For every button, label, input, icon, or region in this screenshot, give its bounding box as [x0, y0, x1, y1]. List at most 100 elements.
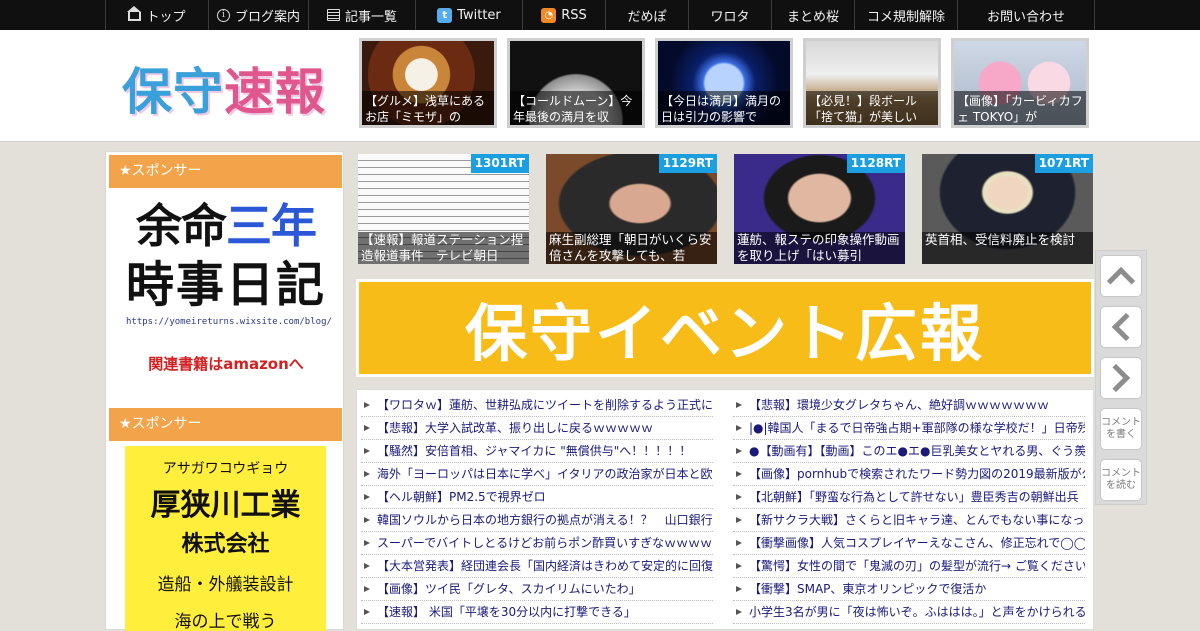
list-icon	[326, 9, 340, 21]
ranking-item[interactable]: 1129RT 麻生副総理「朝日がいくら安倍さんを攻撃しても、若	[546, 154, 717, 264]
feature-caption: 【グルメ】浅草にあるお店「ミモザ」の	[362, 91, 494, 125]
main-content: 1301RT 【速報】報道ステーション捏造報道事件 テレビ朝日 1129RT 麻…	[352, 151, 1096, 630]
feature-thumbnail[interactable]: 【必見！】段ボール「捨て猫」が美しい	[803, 38, 941, 128]
ad-company-name: 厚狭川工業	[150, 488, 301, 523]
ad-text: 三年	[226, 199, 317, 253]
nav-label: まとめ桜	[786, 9, 839, 25]
article-link[interactable]: 【悲報】環境少女グレタちゃん、絶好調ｗｗｗｗｗｗｗ	[733, 394, 1085, 417]
ranking-caption: 英首相、受信料廃止を検討	[922, 232, 1093, 264]
read-comment-button[interactable]: コメントを読む	[1100, 459, 1142, 501]
write-comment-button[interactable]: コメントを書く	[1100, 408, 1142, 450]
ranking-item[interactable]: 1071RT 英首相、受信料廃止を検討	[922, 154, 1093, 264]
site-header: 保守速報 【グルメ】浅草にあるお店「ミモザ」の 【コールドムーン】今年最後の満月…	[0, 30, 1200, 142]
article-link[interactable]: 【悲報】大学入試改革、振り出しに戻るｗｗｗｗｗ	[361, 417, 713, 440]
nav-label: 記事一覧	[344, 9, 397, 25]
article-link[interactable]: 【速報】 米国「平壌を30分以内に打撃できる」	[361, 601, 713, 624]
article-link[interactable]: ●【動画有】【動画】このエ●エ●巨乳美女とヤれる男、ぐう羨	[733, 440, 1085, 463]
nav-list: トップ i ブログ案内 記事一覧 t Twitter ◔ RSS だめぽ ワロタ…	[105, 0, 1095, 30]
ad-url: https://yomeireturns.wixsite.com/blog/	[126, 317, 332, 327]
nav-item-contact[interactable]: お問い合わせ	[958, 0, 1095, 30]
nav-item-damepo[interactable]: だめぽ	[606, 0, 689, 30]
sponsor-ad-asagawa[interactable]: アサガワコウギョウ 厚狭川工業 株式会社 造船・外艤装設計 海の上で戦う	[125, 446, 326, 631]
article-column-right: 【悲報】環境少女グレタちゃん、絶好調ｗｗｗｗｗｗｗ |●|韓国人「まるで日帝強占…	[733, 394, 1085, 624]
article-link[interactable]: 【新サクラ大戦】さくらと旧キャラ達、とんでもない事になっ	[733, 509, 1085, 532]
nav-label: だめぽ	[627, 9, 667, 25]
info-icon: i	[216, 8, 230, 22]
nav-label: トップ	[146, 9, 186, 25]
rt-count-badge: 1129RT	[658, 154, 717, 173]
sponsor-ad-yomei[interactable]: 余命三年 時事日記 https://yomeireturns.wixsite.c…	[126, 197, 332, 382]
article-link[interactable]: |●|韓国人「まるで日帝強占期+軍部隊の様な学校だ！」日帝残滓	[733, 417, 1085, 440]
ranking-item[interactable]: 1128RT 蓮舫、報ステの印象操作動画を取り上げ「はい募引	[734, 154, 905, 264]
twitter-icon: t	[437, 7, 453, 23]
article-link[interactable]: 【大本営発表】経団連会長「国内経済はきわめて安定的に回復	[361, 555, 713, 578]
nav-label: Twitter	[457, 7, 501, 23]
article-link[interactable]: 【北朝鮮】「野蛮な行為として許せない」豊臣秀吉の朝鮮出兵	[733, 486, 1085, 509]
nav-item-article-list[interactable]: 記事一覧	[309, 0, 416, 30]
sponsor-heading: ★スポンサー	[109, 155, 342, 188]
ad-business: 造船・外艤装設計	[157, 575, 294, 595]
nav-item-comment-unblock[interactable]: コメ規制解除	[855, 0, 958, 30]
article-link[interactable]: 【画像】ツイ民「グレタ、スカイリムにいたわ」	[361, 578, 713, 601]
next-button[interactable]	[1100, 357, 1142, 399]
ranking-caption: 【速報】報道ステーション捏造報道事件 テレビ朝日	[358, 232, 529, 264]
nav-item-twitter[interactable]: t Twitter	[416, 0, 523, 30]
article-link[interactable]: スーパーでバイトしとるけどお前らポン酢買いすぎなｗｗｗｗ	[361, 532, 713, 555]
chevron-left-icon	[1111, 312, 1141, 342]
ad-amazon-link[interactable]: 関連書籍はamazonへ	[126, 353, 326, 374]
feature-thumbnail[interactable]: 【画像】「カービィカフェ TOKYO」が	[951, 38, 1089, 128]
article-link[interactable]: 韓国ソウルから日本の地方銀行の拠点が消える！？ 山口銀行	[361, 509, 713, 532]
article-column-left: 【ワロタｗ】蓮舫、世耕弘成にツイートを削除するよう正式に 【悲報】大学入試改革、…	[361, 394, 713, 624]
ranking-caption: 麻生副総理「朝日がいくら安倍さんを攻撃しても、若	[546, 232, 717, 264]
feature-thumbnail[interactable]: 【グルメ】浅草にあるお店「ミモザ」の	[359, 38, 497, 128]
ranking-item[interactable]: 1301RT 【速報】報道ステーション捏造報道事件 テレビ朝日	[358, 154, 529, 264]
nav-item-blog-guide[interactable]: i ブログ案内	[209, 0, 309, 30]
nav-label: ワロタ	[710, 9, 750, 25]
nav-label: ブログ案内	[234, 9, 300, 25]
top-navigation-bar: トップ i ブログ案内 記事一覧 t Twitter ◔ RSS だめぽ ワロタ…	[0, 0, 1200, 30]
logo-text-part2: 速報	[224, 63, 326, 121]
nav-label: RSS	[561, 7, 587, 23]
nav-item-top[interactable]: トップ	[106, 0, 209, 30]
chevron-up-icon	[1106, 266, 1136, 296]
feature-caption: 【画像】「カービィカフェ TOKYO」が	[954, 91, 1086, 125]
scroll-top-button[interactable]	[1100, 255, 1142, 297]
nav-item-warota[interactable]: ワロタ	[689, 0, 772, 30]
article-link[interactable]: 海外「ヨーロッパは日本に学べ」イタリアの政治家が日本と欧	[361, 463, 713, 486]
nav-label: コメ規制解除	[866, 9, 945, 25]
left-sidebar: ★スポンサー 余命三年 時事日記 https://yomeireturns.wi…	[105, 151, 344, 631]
rt-count-badge: 1301RT	[470, 154, 529, 173]
logo-text-part1: 保守	[122, 63, 224, 121]
ad-text: 余命	[136, 199, 227, 253]
feature-thumbnail[interactable]: 【コールドムーン】今年最後の満月を収	[507, 38, 645, 128]
article-link[interactable]: 【驚愕】女性の間で「鬼滅の刃」の髪型が流行→ ご覧ください	[733, 555, 1085, 578]
banner-text: 保守イベント広報	[359, 282, 1091, 374]
sponsor-heading: ★スポンサー	[109, 408, 342, 441]
article-link[interactable]: 【衝撃画像】人気コスプレイヤーえなこさん、修正忘れで◯◯	[733, 532, 1085, 555]
chevron-right-icon	[1101, 363, 1131, 393]
nav-item-matome-sakura[interactable]: まとめ桜	[772, 0, 855, 30]
article-link[interactable]: 【ワロタｗ】蓮舫、世耕弘成にツイートを削除するよう正式に	[361, 394, 713, 417]
feature-thumbnail[interactable]: 【今日は満月】満月の日は引力の影響で	[655, 38, 793, 128]
feature-caption: 【必見！】段ボール「捨て猫」が美しい	[806, 91, 938, 125]
nav-item-rss[interactable]: ◔ RSS	[523, 0, 606, 30]
floating-side-buttons: コメントを書く コメントを読む	[1095, 250, 1147, 505]
ad-tagline: 海の上で戦う	[174, 612, 277, 631]
article-link[interactable]: 【画像】pornhubで検索されたワード勢力図の2019最新版が公開	[733, 463, 1085, 486]
ad-title-line2: 時事日記	[126, 257, 327, 313]
article-list: 【ワロタｗ】蓮舫、世耕弘成にツイートを削除するよう正式に 【悲報】大学入試改革、…	[356, 389, 1094, 630]
article-link[interactable]: 【騒然】安倍首相、ジャマイカに "無償供与"へ！！！！！	[361, 440, 713, 463]
rt-count-badge: 1128RT	[846, 154, 905, 173]
nav-label: お問い合わせ	[986, 9, 1065, 25]
ranking-caption: 蓮舫、報ステの印象操作動画を取り上げ「はい募引	[734, 232, 905, 264]
rss-icon: ◔	[541, 7, 557, 23]
ad-kana: アサガワコウギョウ	[162, 461, 289, 477]
previous-button[interactable]	[1100, 306, 1142, 348]
site-logo[interactable]: 保守速報	[122, 52, 332, 121]
article-link[interactable]: 【衝撃】SMAP、東京オリンピックで復活か	[733, 578, 1085, 601]
article-link[interactable]: 小学生3名が男に「夜は怖いぞ。ふははは。」と声をかけられる	[733, 601, 1085, 624]
event-banner[interactable]: 保守イベント広報	[356, 279, 1094, 377]
home-icon	[127, 6, 142, 21]
article-link[interactable]: 【ヘル朝鮮】PM2.5で視界ゼロ	[361, 486, 713, 509]
ad-title-line1: 余命三年	[126, 197, 326, 255]
